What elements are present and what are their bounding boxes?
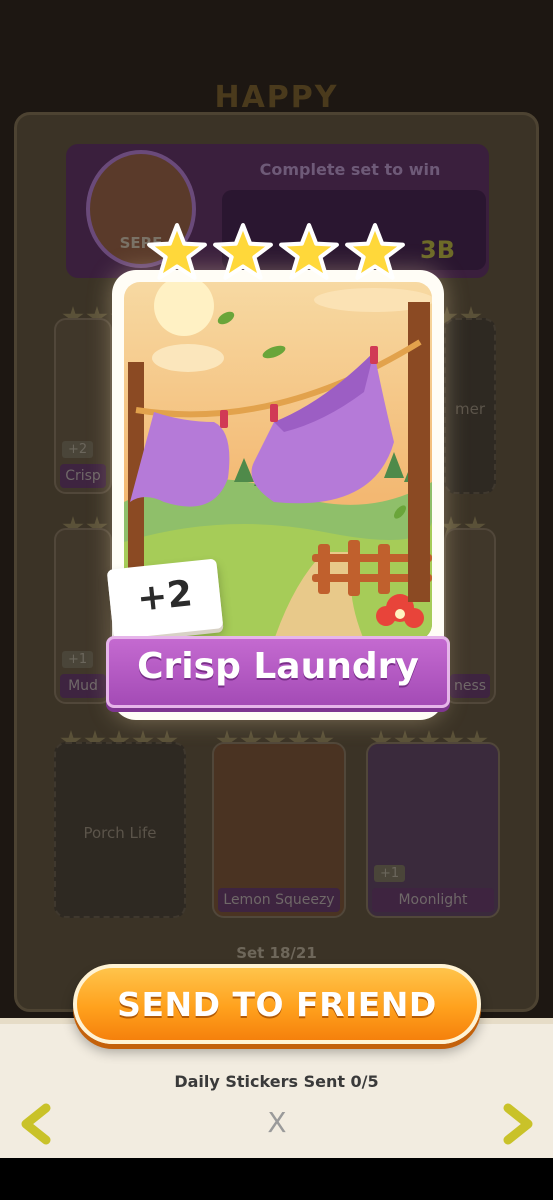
card-count: +2 [62, 441, 94, 458]
card-label: Mud [60, 674, 106, 698]
card-label: Lemon Squeezy [218, 888, 340, 912]
sticker-count-badge: +2 [106, 558, 224, 640]
sticker-name: Crisp Laundry [137, 646, 419, 687]
sticker-star-rating [146, 222, 408, 288]
close-button[interactable]: X [262, 1108, 292, 1138]
system-nav-bar [0, 1158, 553, 1200]
star-icon [147, 223, 207, 280]
card-label: mer [454, 400, 485, 418]
star-icon [345, 223, 405, 280]
star-icon [213, 223, 273, 280]
sticker-card-porch-life[interactable]: Porch Life [54, 742, 186, 918]
sticker-name-banner: Crisp Laundry [106, 630, 450, 714]
sticker-card-mud[interactable]: +1 Mud [54, 528, 112, 704]
previous-arrow-icon[interactable] [16, 1102, 56, 1146]
sticker-card-right-2[interactable]: ness [444, 528, 496, 704]
sticker-card-crisp[interactable]: +2 Crisp [54, 318, 112, 494]
reward-amount: 3B [420, 236, 455, 264]
album-title: HAPPY [214, 80, 339, 115]
card-label: Crisp [60, 464, 106, 488]
card-label: Porch Life [83, 824, 157, 842]
sticker-card-moonlight[interactable]: +1 Moonlight [366, 742, 500, 918]
sticker-card-lemon-squeezy[interactable]: Lemon Squeezy [212, 742, 346, 918]
sticker-count: +2 [135, 573, 195, 620]
send-to-friend-button[interactable]: SEND TO FRIEND [73, 964, 481, 1044]
set-progress: Set 18/21 [236, 944, 317, 962]
card-label: Moonlight [372, 888, 494, 912]
daily-stickers-sent: Daily Stickers Sent 0/5 [174, 1072, 379, 1091]
card-count: +1 [62, 651, 94, 668]
star-icon [279, 223, 339, 280]
card-count: +1 [374, 865, 406, 882]
card-label: ness [450, 674, 490, 698]
complete-set-text: Complete set to win [259, 160, 441, 179]
next-arrow-icon[interactable] [498, 1102, 538, 1146]
sticker-card-right-1[interactable]: mer [444, 318, 496, 494]
send-to-friend-label: SEND TO FRIEND [117, 985, 437, 1024]
